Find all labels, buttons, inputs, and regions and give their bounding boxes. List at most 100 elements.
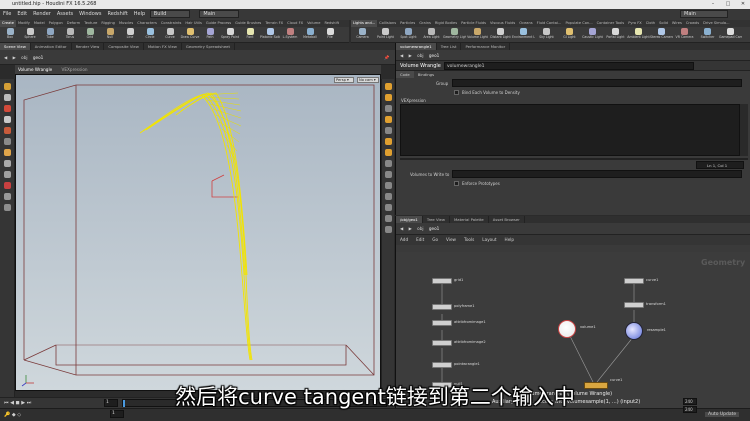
tab-obj-geo1[interactable]: /obj/geo1 bbox=[396, 216, 423, 223]
vex-code-editor[interactable] bbox=[400, 104, 740, 156]
shelf-tab-texture[interactable]: Texture bbox=[82, 20, 99, 27]
code-editor-scrollbar[interactable] bbox=[740, 104, 748, 156]
grid-icon[interactable] bbox=[384, 160, 392, 167]
shelf-tab-particle-fluids[interactable]: Particle Fluids bbox=[459, 20, 488, 27]
shelf-tab-viscous-fluids[interactable]: Viscous Fluids bbox=[488, 20, 517, 27]
shelf-tool-l-system[interactable]: L-System bbox=[280, 27, 300, 42]
shelf-tool-grid[interactable]: Grid bbox=[80, 27, 100, 42]
menu-help[interactable]: Help bbox=[131, 9, 148, 20]
shelf-tool-sphere[interactable]: Sphere bbox=[20, 27, 40, 42]
back-icon[interactable]: ◀ bbox=[4, 50, 7, 64]
ghost-icon[interactable] bbox=[384, 182, 392, 189]
menu-edit[interactable]: Edit bbox=[14, 9, 30, 20]
path-obj[interactable]: obj bbox=[21, 50, 27, 64]
shelf-tab-cloth[interactable]: Cloth bbox=[644, 20, 657, 27]
path-geo1[interactable]: geo1 bbox=[429, 50, 439, 60]
shelf-tool-path[interactable]: Path bbox=[200, 27, 220, 42]
minimize-button[interactable]: – bbox=[706, 0, 720, 9]
path-obj[interactable]: obj bbox=[417, 223, 423, 234]
tab-material-palette[interactable]: Material Palette bbox=[450, 216, 489, 223]
shelf-tool-ambient-light[interactable]: Ambient Light bbox=[627, 27, 650, 42]
path-geo1[interactable]: geo1 bbox=[33, 50, 43, 64]
shelf-tab-pyro-fx[interactable]: Pyro FX bbox=[626, 20, 644, 27]
shelf-tab-crowds[interactable]: Crowds bbox=[684, 20, 701, 27]
shelf-tool-metaball[interactable]: Metaball bbox=[300, 27, 320, 42]
shelf-tool-font[interactable]: Font bbox=[240, 27, 260, 42]
tab-bindings[interactable]: Bindings bbox=[414, 71, 438, 78]
enforce-prototypes-checkbox[interactable] bbox=[454, 181, 459, 186]
net-menu-go[interactable]: Go bbox=[428, 235, 442, 245]
shelf-tab-rigid-bodies[interactable]: Rigid Bodies bbox=[433, 20, 459, 27]
shelf-tab-drive-simula[interactable]: Drive Simula... bbox=[701, 20, 731, 27]
net-menu-help[interactable]: Help bbox=[501, 235, 519, 245]
shelf-tab-rigging[interactable]: Rigging bbox=[99, 20, 117, 27]
pin-icon[interactable]: 📌 bbox=[384, 50, 389, 64]
menu-windows[interactable]: Windows bbox=[76, 9, 104, 20]
tab-tree-list[interactable]: Tree List bbox=[437, 43, 462, 50]
node-polyframe1[interactable] bbox=[432, 304, 452, 310]
rotate-tool-icon[interactable] bbox=[3, 116, 11, 123]
tab-volumewrangle1[interactable]: volumewrangle1 bbox=[396, 43, 437, 50]
shelf-tab-characters[interactable]: Characters bbox=[135, 20, 159, 27]
shelf-tool-stereo-camera[interactable]: Stereo Camera bbox=[650, 27, 673, 42]
shelf-tab-guide-process[interactable]: Guide Process bbox=[204, 20, 233, 27]
shelf-tab-grains[interactable]: Grains bbox=[417, 20, 433, 27]
node-attribfromimage2[interactable] bbox=[432, 340, 452, 346]
node-resample1[interactable] bbox=[625, 322, 643, 340]
net-menu-tools[interactable]: Tools bbox=[460, 235, 478, 245]
shelf-tab-fluid-contai[interactable]: Fluid Contai... bbox=[535, 20, 564, 27]
shelf-tab-constraints[interactable]: Constraints bbox=[159, 20, 184, 27]
points-icon[interactable] bbox=[384, 138, 392, 145]
tab-composite-view[interactable]: Composite View bbox=[104, 43, 144, 50]
light-icon[interactable] bbox=[3, 204, 11, 211]
shelf-tool-null[interactable]: Null bbox=[100, 27, 120, 42]
scene-viewport[interactable]: Persp ▾ No cam ▾ bbox=[15, 74, 381, 391]
shelf-tab-modify[interactable]: Modify bbox=[16, 20, 32, 27]
group-field[interactable] bbox=[452, 79, 742, 87]
tab-scene-view[interactable]: Scene View bbox=[0, 43, 31, 50]
shelf-tab-polygon[interactable]: Polygon bbox=[47, 20, 65, 27]
shading-icon[interactable] bbox=[384, 116, 392, 123]
shelf-tab-oceans[interactable]: Oceans bbox=[517, 20, 534, 27]
node-volume1[interactable] bbox=[558, 320, 576, 338]
node-transform1[interactable] bbox=[624, 302, 644, 308]
scene-select[interactable]: Main bbox=[199, 9, 240, 18]
shelf-tab-container-tools[interactable]: Container Tools bbox=[595, 20, 627, 27]
bg-image-icon[interactable] bbox=[384, 193, 392, 200]
tab-animation-editor[interactable]: Animation Editor bbox=[31, 43, 72, 50]
shelf-tool-draw-curve[interactable]: Draw Curve bbox=[180, 27, 200, 42]
shelf-tool-switcher[interactable]: Switcher bbox=[696, 27, 719, 42]
tab-asset-browser[interactable]: Asset Browser bbox=[489, 216, 525, 223]
shelf-tab-redshift[interactable]: Redshift bbox=[322, 20, 341, 27]
shelf-tool-gi-light[interactable]: GI Light bbox=[558, 27, 581, 42]
start-frame-field[interactable]: 1 bbox=[110, 410, 124, 418]
menu-redshift[interactable]: Redshift bbox=[104, 9, 130, 20]
shelf-tab-model[interactable]: Model bbox=[32, 20, 47, 27]
shelf-tab-wires[interactable]: Wires bbox=[670, 20, 684, 27]
forward-icon[interactable]: ▶ bbox=[409, 223, 412, 234]
shelf-tab-lights-and[interactable]: Lights and... bbox=[351, 20, 378, 27]
forward-icon[interactable]: ▶ bbox=[409, 50, 412, 60]
net-menu-view[interactable]: View bbox=[442, 235, 460, 245]
shelf-tab-particles[interactable]: Particles bbox=[398, 20, 417, 27]
shelf-tab-collisions[interactable]: Collisions bbox=[377, 20, 398, 27]
shelf-tool-portal-light[interactable]: Portal Light bbox=[604, 27, 627, 42]
shelf-tool-torus[interactable]: Torus bbox=[60, 27, 80, 42]
shelf-tool-environment-light[interactable]: Environment Light bbox=[512, 27, 535, 42]
pose-tool-icon[interactable] bbox=[3, 149, 11, 156]
back-icon[interactable]: ◀ bbox=[400, 223, 403, 234]
menu-assets[interactable]: Assets bbox=[54, 9, 76, 20]
menu-file[interactable]: File bbox=[0, 9, 14, 20]
shelf-tab-guide-brushes[interactable]: Guide Brushes bbox=[233, 20, 263, 27]
camera-icon[interactable] bbox=[384, 171, 392, 178]
shelf-tool-line[interactable]: Line bbox=[120, 27, 140, 42]
lighting-icon[interactable] bbox=[384, 94, 392, 101]
snap-icon[interactable] bbox=[3, 193, 11, 200]
shelf-tool-spot-light[interactable]: Spot Light bbox=[397, 27, 420, 42]
move-tool-icon[interactable] bbox=[3, 105, 11, 112]
guide-icon[interactable] bbox=[384, 204, 392, 211]
brush-tool-icon[interactable] bbox=[3, 160, 11, 167]
shelf-tab-deform[interactable]: Deform bbox=[65, 20, 82, 27]
keyframe-controls[interactable]: 🔑 ◆ ◇ bbox=[4, 412, 21, 418]
right-desktop-select[interactable]: Main bbox=[680, 10, 728, 18]
